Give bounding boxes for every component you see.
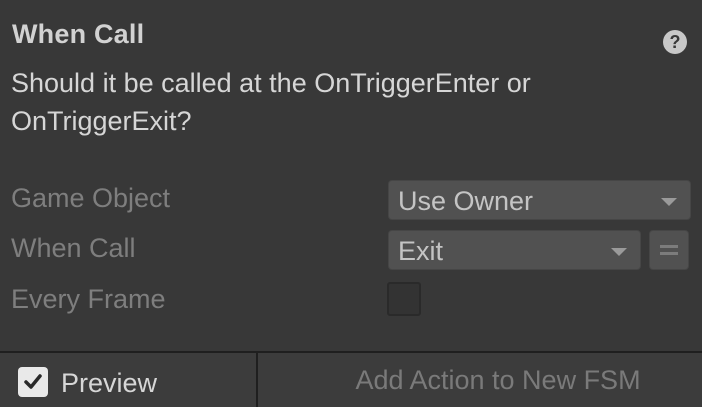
chevron-down-icon (661, 198, 677, 206)
chevron-down-icon (611, 248, 627, 256)
preview-toggle[interactable]: Preview (0, 353, 258, 407)
use-variable-button[interactable] (649, 230, 689, 270)
add-action-to-new-fsm-button[interactable]: Add Action to New FSM (260, 353, 702, 407)
action-header: When Call ? (0, 0, 702, 58)
every-frame-label: Every Frame (11, 284, 166, 314)
action-inspector-panel: When Call ? Should it be called at the O… (0, 0, 702, 407)
when-call-label: When Call (11, 233, 136, 263)
equals-icon (660, 245, 678, 248)
preview-checkbox[interactable] (18, 367, 48, 397)
equals-icon-bar (660, 252, 678, 255)
when-call-dropdown[interactable]: Exit (388, 230, 641, 270)
checkmark-icon (24, 374, 42, 389)
every-frame-checkbox[interactable] (387, 282, 421, 316)
game-object-value: Use Owner (398, 186, 534, 216)
action-footer: Preview Add Action to New FSM (0, 351, 702, 407)
game-object-dropdown[interactable]: Use Owner (388, 180, 691, 220)
action-title: When Call (12, 19, 145, 49)
preview-label: Preview (61, 368, 158, 398)
help-icon[interactable]: ? (663, 30, 687, 54)
add-action-label: Add Action to New FSM (355, 364, 641, 395)
action-description: Should it be called at the OnTriggerEnte… (11, 68, 531, 136)
when-call-value: Exit (398, 236, 444, 266)
game-object-label: Game Object (11, 183, 171, 213)
